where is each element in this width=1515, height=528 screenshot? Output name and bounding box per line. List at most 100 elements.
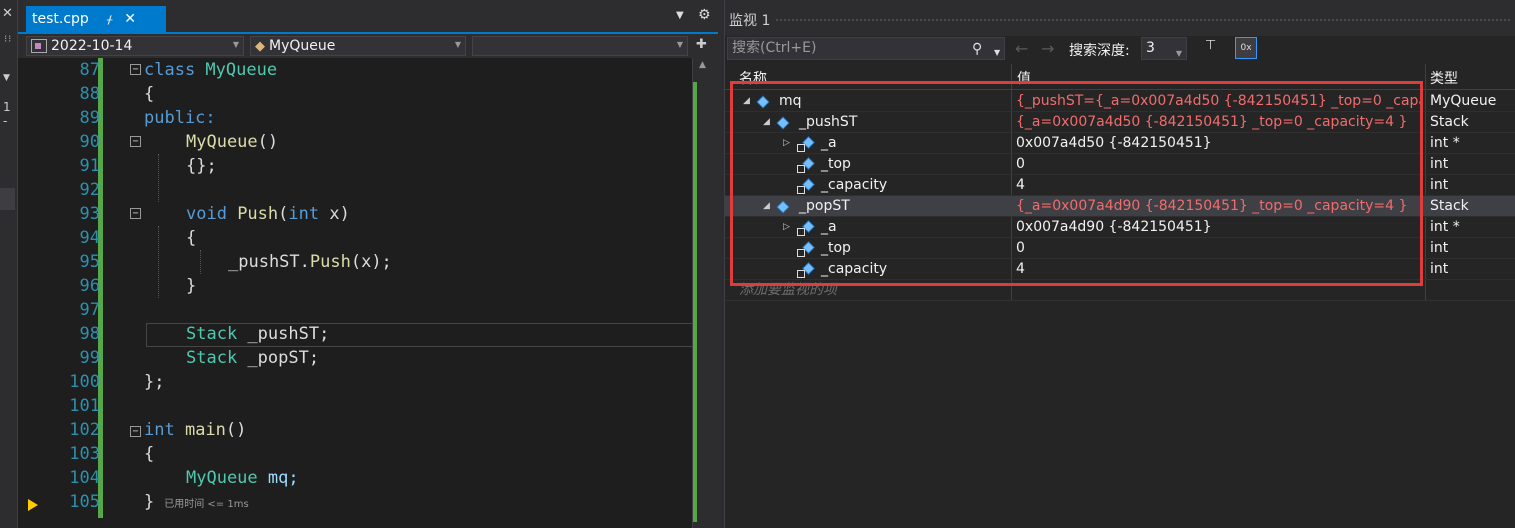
row-value: 0x007a4d90 {-842150451} (1016, 219, 1212, 235)
split-editor-icon[interactable]: ✚ (696, 37, 707, 52)
private-field-icon (797, 137, 813, 152)
line-number: 98 (79, 324, 100, 344)
search-depth-select[interactable]: 3 ▼ (1141, 37, 1187, 60)
column-header-value[interactable]: 值 (1017, 68, 1031, 88)
code-token: (x); (350, 252, 392, 272)
row-name: _top (821, 240, 851, 256)
line-number: 94 (79, 228, 100, 248)
expand-triangle-icon[interactable]: ▷ (783, 217, 797, 238)
member-scope-dropdown[interactable]: ▼ (472, 36, 688, 56)
row-name: _pushST (799, 114, 858, 130)
row-value: {_a=0x007a4d50 {-842150451} _top=0 _capa… (1016, 114, 1408, 130)
line-number: 93 (79, 204, 100, 224)
row-type: int (1430, 261, 1449, 277)
row-type: int (1430, 156, 1449, 172)
code-token: () (225, 420, 247, 440)
collapse-triangle-icon[interactable]: ◢ (763, 112, 777, 133)
watch-row[interactable]: ▷ _a 0x007a4d90 {-842150451} int * (725, 217, 1515, 238)
pin-icon[interactable]: ᚋ (107, 13, 112, 26)
code-line: 102 int main() (46, 418, 694, 442)
watch-row[interactable]: _top 0 int (725, 238, 1515, 259)
watch-row[interactable]: _top 0 int (725, 154, 1515, 175)
watch-add-row[interactable]: 添加要监视的项 (725, 280, 1515, 301)
left-strip-label: 1 - (3, 100, 11, 128)
expand-triangle-icon[interactable]: ▷ (783, 133, 797, 154)
row-name: mq (779, 93, 802, 109)
watch-grid: 名称 值 类型 ◢ mq {_pushST={_a=0x007a4d50 {-84… (725, 64, 1515, 528)
line-number: 90 (79, 132, 100, 152)
class-scope-dropdown[interactable]: ◆ MyQueue ▼ (250, 36, 466, 56)
code-token: {}; (186, 156, 217, 176)
vertical-scrollbar[interactable]: ▲ (692, 58, 718, 528)
column-header-type[interactable]: 类型 (1430, 68, 1458, 88)
code-token: MyQueue (195, 60, 278, 80)
current-statement-arrow-icon (28, 499, 38, 511)
row-value: 4 (1016, 177, 1025, 193)
search-input[interactable]: 搜索(Ctrl+E) ⚲ ▼ (727, 37, 1005, 60)
pin-to-source-icon[interactable]: ⊤ (1205, 38, 1216, 53)
tab-list-dropdown-icon[interactable]: ▼ (676, 10, 684, 21)
variable-icon (756, 95, 770, 108)
scroll-up-icon[interactable]: ▲ (699, 60, 706, 70)
code-token: MyQueue (186, 132, 258, 152)
row-name: _a (821, 219, 837, 235)
perf-tip[interactable]: 已用时间 <= 1ms (164, 499, 248, 510)
search-back-icon[interactable]: ← (1015, 39, 1028, 58)
watch-row[interactable]: ◢ _popST {_a=0x007a4d90 {-842150451} _top… (725, 196, 1515, 217)
watch-row[interactable]: ◢ mq {_pushST={_a=0x007a4d50 {-842150451}… (725, 91, 1515, 112)
code-line: 103 { (46, 442, 694, 466)
hex-display-icon[interactable]: 0x (1235, 37, 1257, 59)
watch-row[interactable]: _capacity 4 int (725, 175, 1515, 196)
row-value: 0 (1016, 156, 1025, 172)
more-icon[interactable]: ⁝⁝ (4, 34, 12, 45)
left-strip-selection (0, 188, 15, 210)
collapse-triangle-icon[interactable]: ◢ (743, 91, 757, 112)
gear-icon[interactable]: ⚙ (698, 7, 711, 23)
code-token: Push (226, 204, 279, 224)
add-watch-placeholder[interactable]: 添加要监视的项 (739, 280, 837, 301)
code-line: 88 { (46, 82, 694, 106)
line-number: 89 (79, 108, 100, 128)
row-type: int * (1430, 219, 1460, 235)
code-token: _popST; (237, 348, 320, 368)
search-icon[interactable]: ⚲ (972, 39, 982, 60)
close-icon[interactable]: ✕ (2, 6, 13, 21)
watch-row[interactable]: ▷ _a 0x007a4d50 {-842150451} int * (725, 133, 1515, 154)
line-number: 96 (79, 276, 100, 296)
code-text-area[interactable]: − − − − 87 class MyQueue 88{ 89 public: 90… (46, 58, 720, 528)
code-line: 90 MyQueue() (46, 130, 694, 154)
tab-test-cpp[interactable]: test.cpp ᚋ ✕ (26, 6, 166, 32)
field-icon (776, 200, 790, 213)
grid-header: 名称 值 类型 (725, 64, 1515, 90)
code-token: mq; (257, 468, 299, 488)
chevron-down-icon[interactable]: ▼ (994, 42, 1000, 63)
private-field-icon (797, 242, 813, 257)
code-line: 105} 已用时间 <= 1ms (46, 490, 694, 514)
code-token: MyQueue (186, 468, 258, 488)
collapse-triangle-icon[interactable]: ◢ (763, 196, 777, 217)
close-icon[interactable]: ✕ (124, 11, 136, 27)
glyph-margin[interactable] (18, 58, 46, 528)
watch-row[interactable]: ◢ _pushST {_a=0x007a4d50 {-842150451} _to… (725, 112, 1515, 133)
row-name: _capacity (821, 177, 888, 193)
left-side-strip: ✕ ⁝⁝ ▼ 1 - (0, 0, 18, 528)
code-line: 92 (46, 178, 694, 202)
row-type: Stack (1430, 198, 1469, 214)
code-token: Stack (186, 348, 238, 368)
line-number: 92 (79, 180, 100, 200)
search-forward-icon[interactable]: → (1041, 39, 1054, 58)
project-scope-dropdown[interactable]: 2022-10-14 ▼ (26, 36, 244, 56)
project-scope-label: 2022-10-14 (51, 38, 133, 54)
column-header-name[interactable]: 名称 (739, 68, 767, 88)
row-type: Stack (1430, 114, 1469, 130)
watch-toolbar: 搜索(Ctrl+E) ⚲ ▼ ← → 搜索深度: 3 ▼ ⊤ 0x (725, 36, 1515, 62)
code-line: 101 (46, 394, 694, 418)
chevron-down-icon[interactable]: ▼ (3, 73, 10, 83)
row-type: int (1430, 177, 1449, 193)
line-number: 100 (69, 372, 100, 392)
drag-grip[interactable] (775, 18, 1510, 22)
watch-row[interactable]: _capacity 4 int (725, 259, 1515, 280)
code-line: 96} (46, 274, 694, 298)
row-type: int * (1430, 135, 1460, 151)
code-line: 89 public: (46, 106, 694, 130)
